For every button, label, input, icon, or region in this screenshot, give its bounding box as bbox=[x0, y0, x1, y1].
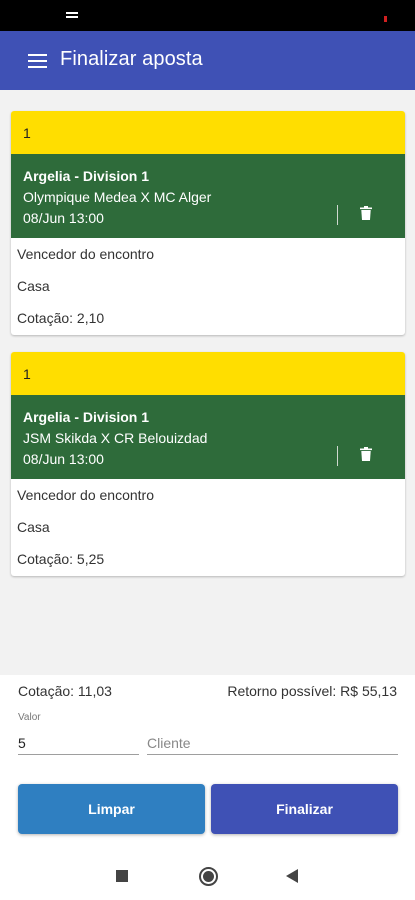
menu-icon[interactable] bbox=[28, 54, 47, 68]
match-datetime: 08/Jun 13:00 bbox=[23, 451, 104, 467]
trash-icon[interactable] bbox=[360, 447, 372, 461]
bet-summary-panel: Cotação: 11,03 Retorno possível: R$ 55,1… bbox=[0, 675, 415, 860]
league-name: Argelia - Division 1 bbox=[23, 409, 150, 425]
bet-details: Vencedor do encontro Casa Cotação: 5,25 bbox=[11, 479, 405, 576]
bet-number: 1 bbox=[11, 352, 405, 395]
recents-square-icon[interactable] bbox=[116, 870, 128, 882]
valor-label: Valor bbox=[18, 712, 41, 723]
bet-details: Vencedor do encontro Casa Cotação: 2,10 bbox=[11, 238, 405, 335]
bet-odds: Cotação: 2,10 bbox=[17, 310, 105, 326]
match-datetime: 08/Jun 13:00 bbox=[23, 210, 104, 226]
bet-market: Vencedor do encontro bbox=[17, 246, 154, 262]
system-nav-bar bbox=[0, 860, 415, 900]
page-title: Finalizar aposta bbox=[60, 48, 203, 70]
bet-selection: Casa bbox=[17, 519, 50, 535]
match-panel: Argelia - Division 1 JSM Skikda X CR Bel… bbox=[11, 395, 405, 479]
bet-market: Vencedor do encontro bbox=[17, 487, 154, 503]
finish-button[interactable]: Finalizar bbox=[211, 784, 398, 834]
cliente-input[interactable] bbox=[147, 727, 398, 755]
bet-card: 1 Argelia - Division 1 JSM Skikda X CR B… bbox=[11, 352, 405, 576]
valor-input[interactable] bbox=[18, 727, 139, 755]
app-bar: Finalizar aposta bbox=[0, 31, 415, 90]
trash-icon[interactable] bbox=[360, 206, 372, 220]
divider bbox=[337, 446, 338, 466]
match-teams: Olympique Medea X MC Alger bbox=[23, 189, 212, 205]
bet-selection: Casa bbox=[17, 278, 50, 294]
league-name: Argelia - Division 1 bbox=[23, 168, 150, 184]
status-bar bbox=[0, 0, 415, 31]
battery-icon bbox=[384, 16, 387, 22]
bet-odds: Cotação: 5,25 bbox=[17, 551, 105, 567]
match-teams: JSM Skikda X CR Belouizdad bbox=[23, 430, 208, 446]
match-panel: Argelia - Division 1 Olympique Medea X M… bbox=[11, 154, 405, 238]
possible-return: Retorno possível: R$ 55,13 bbox=[227, 683, 397, 699]
bet-number: 1 bbox=[11, 111, 405, 154]
home-circle-icon[interactable] bbox=[199, 867, 218, 886]
total-odds: Cotação: 11,03 bbox=[18, 683, 112, 699]
clear-button[interactable]: Limpar bbox=[18, 784, 205, 834]
back-triangle-icon[interactable] bbox=[286, 869, 298, 883]
notification-icon bbox=[66, 12, 78, 18]
bet-card: 1 Argelia - Division 1 Olympique Medea X… bbox=[11, 111, 405, 335]
divider bbox=[337, 205, 338, 225]
